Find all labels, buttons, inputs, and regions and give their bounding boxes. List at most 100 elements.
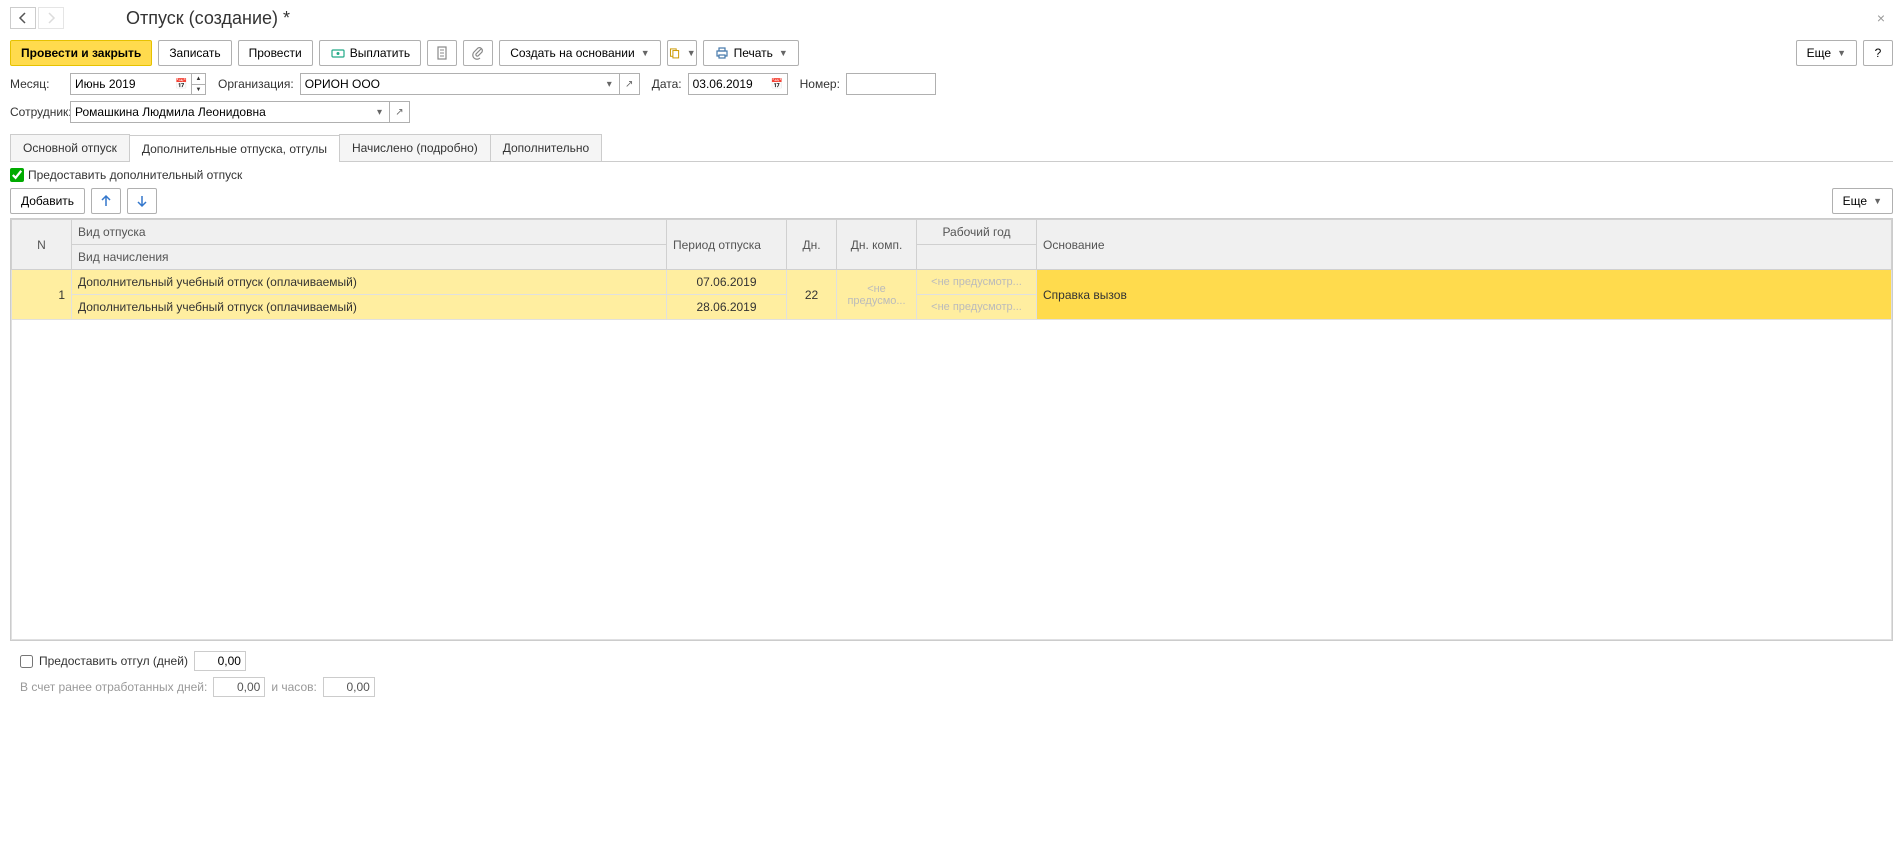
provide-extra-checkbox[interactable] <box>10 168 24 182</box>
grid-empty-space <box>12 320 1892 640</box>
previous-days-row: В счет ранее отработанных дней: и часов: <box>20 677 1883 697</box>
col-period[interactable]: Период отпуска <box>667 220 787 270</box>
cell-year1: <не предусмотр... <box>917 270 1037 295</box>
dropdown-icon[interactable]: ▾ <box>600 73 620 95</box>
col-n[interactable]: N <box>12 220 72 270</box>
date-input-group: 📅 <box>688 73 788 95</box>
hours-input <box>323 677 375 697</box>
paperclip-icon <box>470 45 486 61</box>
compensatory-input[interactable] <box>194 651 246 671</box>
number-input[interactable] <box>846 73 936 95</box>
tab-additional-leave[interactable]: Дополнительные отпуска, отгулы <box>129 135 340 162</box>
more-button[interactable]: Еще ▼ <box>1796 40 1857 66</box>
date-input[interactable] <box>688 73 768 95</box>
employee-input[interactable] <box>70 101 370 123</box>
month-label: Месяц: <box>10 77 64 91</box>
form-row-1: Месяц: 📅 ▲▼ Организация: ▾ ↗ Дата: 📅 Ном… <box>0 70 1903 98</box>
arrow-right-icon <box>43 10 59 26</box>
footer-rows: Предоставить отгул (дней) В счет ранее о… <box>20 651 1883 697</box>
open-icon[interactable]: ↗ <box>620 73 640 95</box>
col-year-spacer <box>917 245 1037 270</box>
pay-button[interactable]: Выплатить <box>319 40 422 66</box>
document-button[interactable] <box>427 40 457 66</box>
hours-label: и часов: <box>271 680 316 694</box>
tab-accrued-detail[interactable]: Начислено (подробно) <box>339 134 491 161</box>
copy-icon <box>668 45 681 61</box>
move-down-button[interactable] <box>127 188 157 214</box>
compensatory-row: Предоставить отгул (дней) <box>20 651 1883 671</box>
main-toolbar: Провести и закрыть Записать Провести Вып… <box>0 36 1903 70</box>
cell-year2: <не предусмотр... <box>917 295 1037 320</box>
save-button[interactable]: Записать <box>158 40 231 66</box>
compensatory-checkbox[interactable] <box>20 655 33 668</box>
month-spinner[interactable]: ▲▼ <box>192 73 206 95</box>
post-button[interactable]: Провести <box>238 40 313 66</box>
employee-label: Сотрудник: <box>10 105 64 119</box>
provide-extra-label: Предоставить дополнительный отпуск <box>28 168 242 182</box>
calendar-icon[interactable]: 📅 <box>172 73 192 95</box>
calendar-icon[interactable]: 📅 <box>768 73 788 95</box>
help-button[interactable]: ? <box>1863 40 1893 66</box>
page-title: Отпуск (создание) * <box>126 8 290 29</box>
month-input-group: 📅 ▲▼ <box>70 73 206 95</box>
cell-accrual[interactable]: Дополнительный учебный отпуск (оплачивае… <box>72 295 667 320</box>
cell-comp: <не предусмо... <box>837 270 917 320</box>
create-based-on-button[interactable]: Создать на основании ▼ <box>499 40 660 66</box>
form-row-2: Сотрудник: ▾ ↗ <box>0 98 1903 126</box>
arrow-down-icon <box>134 193 150 209</box>
forward-button[interactable] <box>38 7 64 29</box>
table-more-button[interactable]: Еще ▼ <box>1832 188 1893 214</box>
leave-grid: N Вид отпуска Период отпуска Дн. Дн. ком… <box>10 218 1893 641</box>
add-row-button[interactable]: Добавить <box>10 188 85 214</box>
tab-content: Предоставить дополнительный отпуск Добав… <box>10 162 1893 697</box>
money-icon <box>330 45 346 61</box>
back-button[interactable] <box>10 7 36 29</box>
col-basis[interactable]: Основание <box>1037 220 1892 270</box>
date-label: Дата: <box>652 77 682 91</box>
provide-extra-checkbox-row: Предоставить дополнительный отпуск <box>10 168 1893 182</box>
document-icon <box>434 45 450 61</box>
open-icon[interactable]: ↗ <box>390 101 410 123</box>
month-input[interactable] <box>70 73 172 95</box>
cell-basis[interactable]: Справка вызов <box>1037 270 1892 320</box>
org-label: Организация: <box>218 77 294 91</box>
arrow-up-icon <box>98 193 114 209</box>
table-row[interactable]: 1 Дополнительный учебный отпуск (оплачив… <box>12 270 1892 295</box>
col-comp[interactable]: Дн. комп. <box>837 220 917 270</box>
table-toolbar: Добавить Еще ▼ <box>10 188 1893 214</box>
printer-icon <box>714 45 730 61</box>
attachment-button[interactable] <box>463 40 493 66</box>
arrow-left-icon <box>15 10 31 26</box>
prev-days-input <box>213 677 265 697</box>
col-accrual[interactable]: Вид начисления <box>72 245 667 270</box>
employee-input-group: ▾ ↗ <box>70 101 410 123</box>
chevron-down-icon: ▼ <box>1837 48 1846 58</box>
move-up-button[interactable] <box>91 188 121 214</box>
tab-main-leave[interactable]: Основной отпуск <box>10 134 130 161</box>
chevron-down-icon: ▼ <box>687 48 696 58</box>
dropdown-icon[interactable]: ▾ <box>370 101 390 123</box>
col-year[interactable]: Рабочий год <box>917 220 1037 245</box>
print-button[interactable]: Печать ▼ <box>703 40 799 66</box>
misc-button[interactable]: ▼ <box>667 40 697 66</box>
post-and-close-button[interactable]: Провести и закрыть <box>10 40 152 66</box>
prev-days-label: В счет ранее отработанных дней: <box>20 680 207 694</box>
close-button[interactable]: × <box>1869 6 1893 30</box>
number-label: Номер: <box>800 77 840 91</box>
compensatory-label: Предоставить отгул (дней) <box>39 654 188 668</box>
cell-days[interactable]: 22 <box>787 270 837 320</box>
chevron-down-icon: ▼ <box>641 48 650 58</box>
cell-period-to[interactable]: 28.06.2019 <box>667 295 787 320</box>
org-input-group: ▾ ↗ <box>300 73 640 95</box>
cell-type[interactable]: Дополнительный учебный отпуск (оплачивае… <box>72 270 667 295</box>
table-header-row-1: N Вид отпуска Период отпуска Дн. Дн. ком… <box>12 220 1892 245</box>
chevron-down-icon: ▼ <box>779 48 788 58</box>
tab-additional[interactable]: Дополнительно <box>490 134 602 161</box>
org-input[interactable] <box>300 73 600 95</box>
col-type[interactable]: Вид отпуска <box>72 220 667 245</box>
page-header: Отпуск (создание) * × <box>0 0 1903 36</box>
cell-period-from[interactable]: 07.06.2019 <box>667 270 787 295</box>
tabs: Основной отпуск Дополнительные отпуска, … <box>10 134 1893 162</box>
cell-n: 1 <box>12 270 72 320</box>
col-days[interactable]: Дн. <box>787 220 837 270</box>
